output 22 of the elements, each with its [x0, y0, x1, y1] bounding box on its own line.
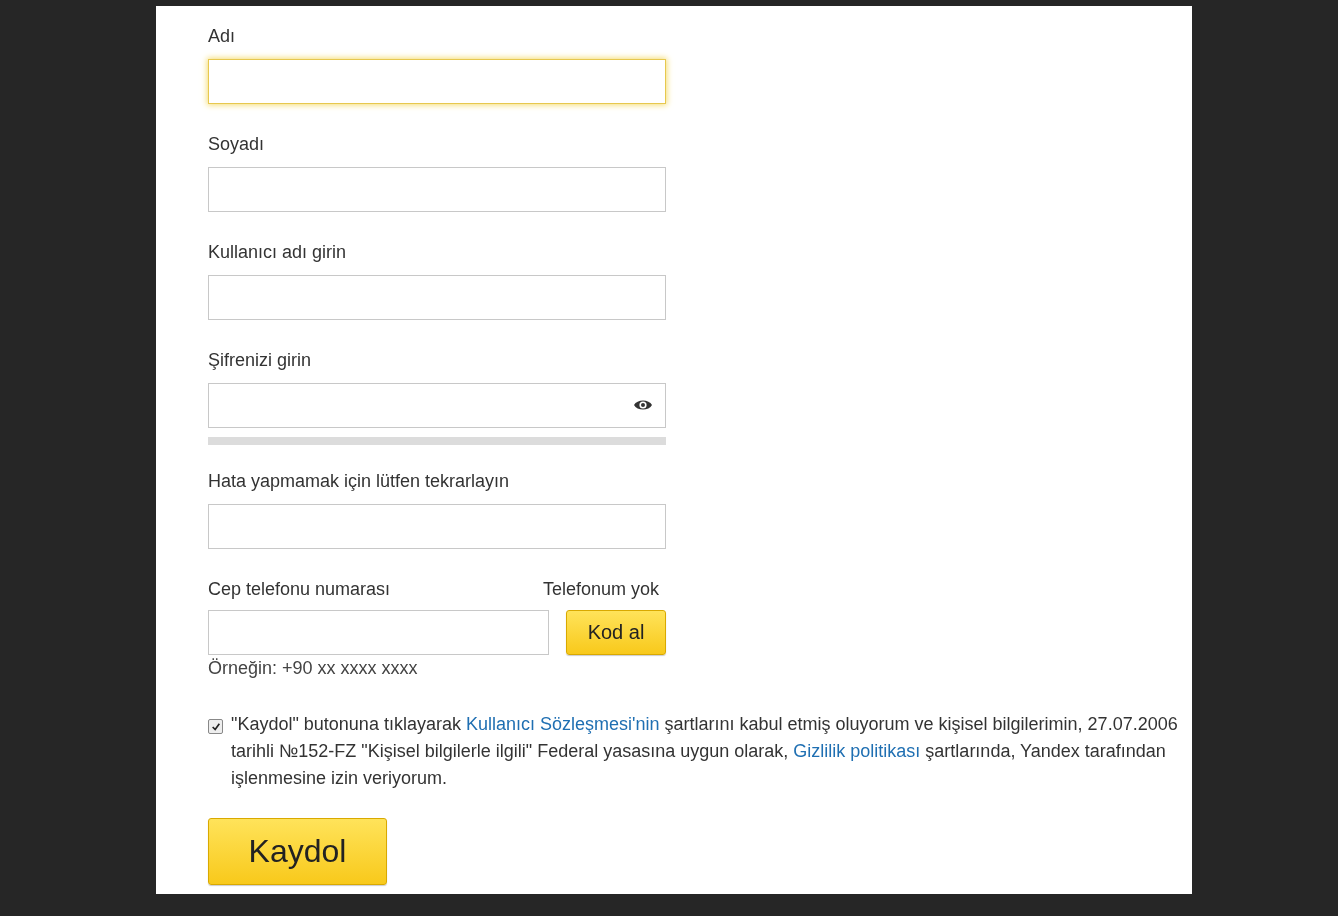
- get-code-button[interactable]: Kod al: [566, 610, 666, 655]
- agreement-link[interactable]: Gizlilik politikası: [793, 741, 921, 761]
- input-field[interactable]: [208, 275, 666, 320]
- field-label: Soyadı: [208, 134, 266, 155]
- consent-checkbox[interactable]: [208, 719, 223, 734]
- field-label: Cep telefonu numarası: [208, 579, 391, 600]
- field-label: Şifrenizi girin: [208, 350, 313, 371]
- field-label: Adı: [208, 26, 237, 47]
- input-field[interactable]: [208, 383, 666, 428]
- input-field[interactable]: [208, 59, 666, 104]
- field-label: Hata yapmamak için lütfen tekrarlayın: [208, 471, 511, 492]
- phone-input-field[interactable]: [208, 610, 549, 655]
- checkmark-icon: [210, 721, 221, 732]
- input-field[interactable]: [208, 167, 666, 212]
- agreement-link[interactable]: Kullanıcı Sözleşmesi'nin: [465, 714, 660, 734]
- input-field[interactable]: [208, 504, 666, 549]
- eye-icon[interactable]: [633, 398, 653, 412]
- no-phone-link[interactable]: Telefonum yok: [542, 579, 659, 600]
- register-button[interactable]: Kaydol: [208, 818, 387, 885]
- phone-hint: Örneğin: +90 xx xxxx xxxx: [208, 658, 419, 679]
- field-label: Kullanıcı adı girin: [208, 242, 348, 263]
- consent-text: "Kaydol" butonuna tıklayarak Kullanıcı Sözleşmesi'nin şartlarını kabul etmiş oluyorum ve kişisel bilgilerimin, 27.07.2006 tarihli №152-FZ "Kişisel bilgilerle ilgili" Federal yasasına uygun olarak, Gizlilik politikası şartlarında, Yandex tarafından işlenmesine izin veriyorum.: [231, 713, 1179, 790]
